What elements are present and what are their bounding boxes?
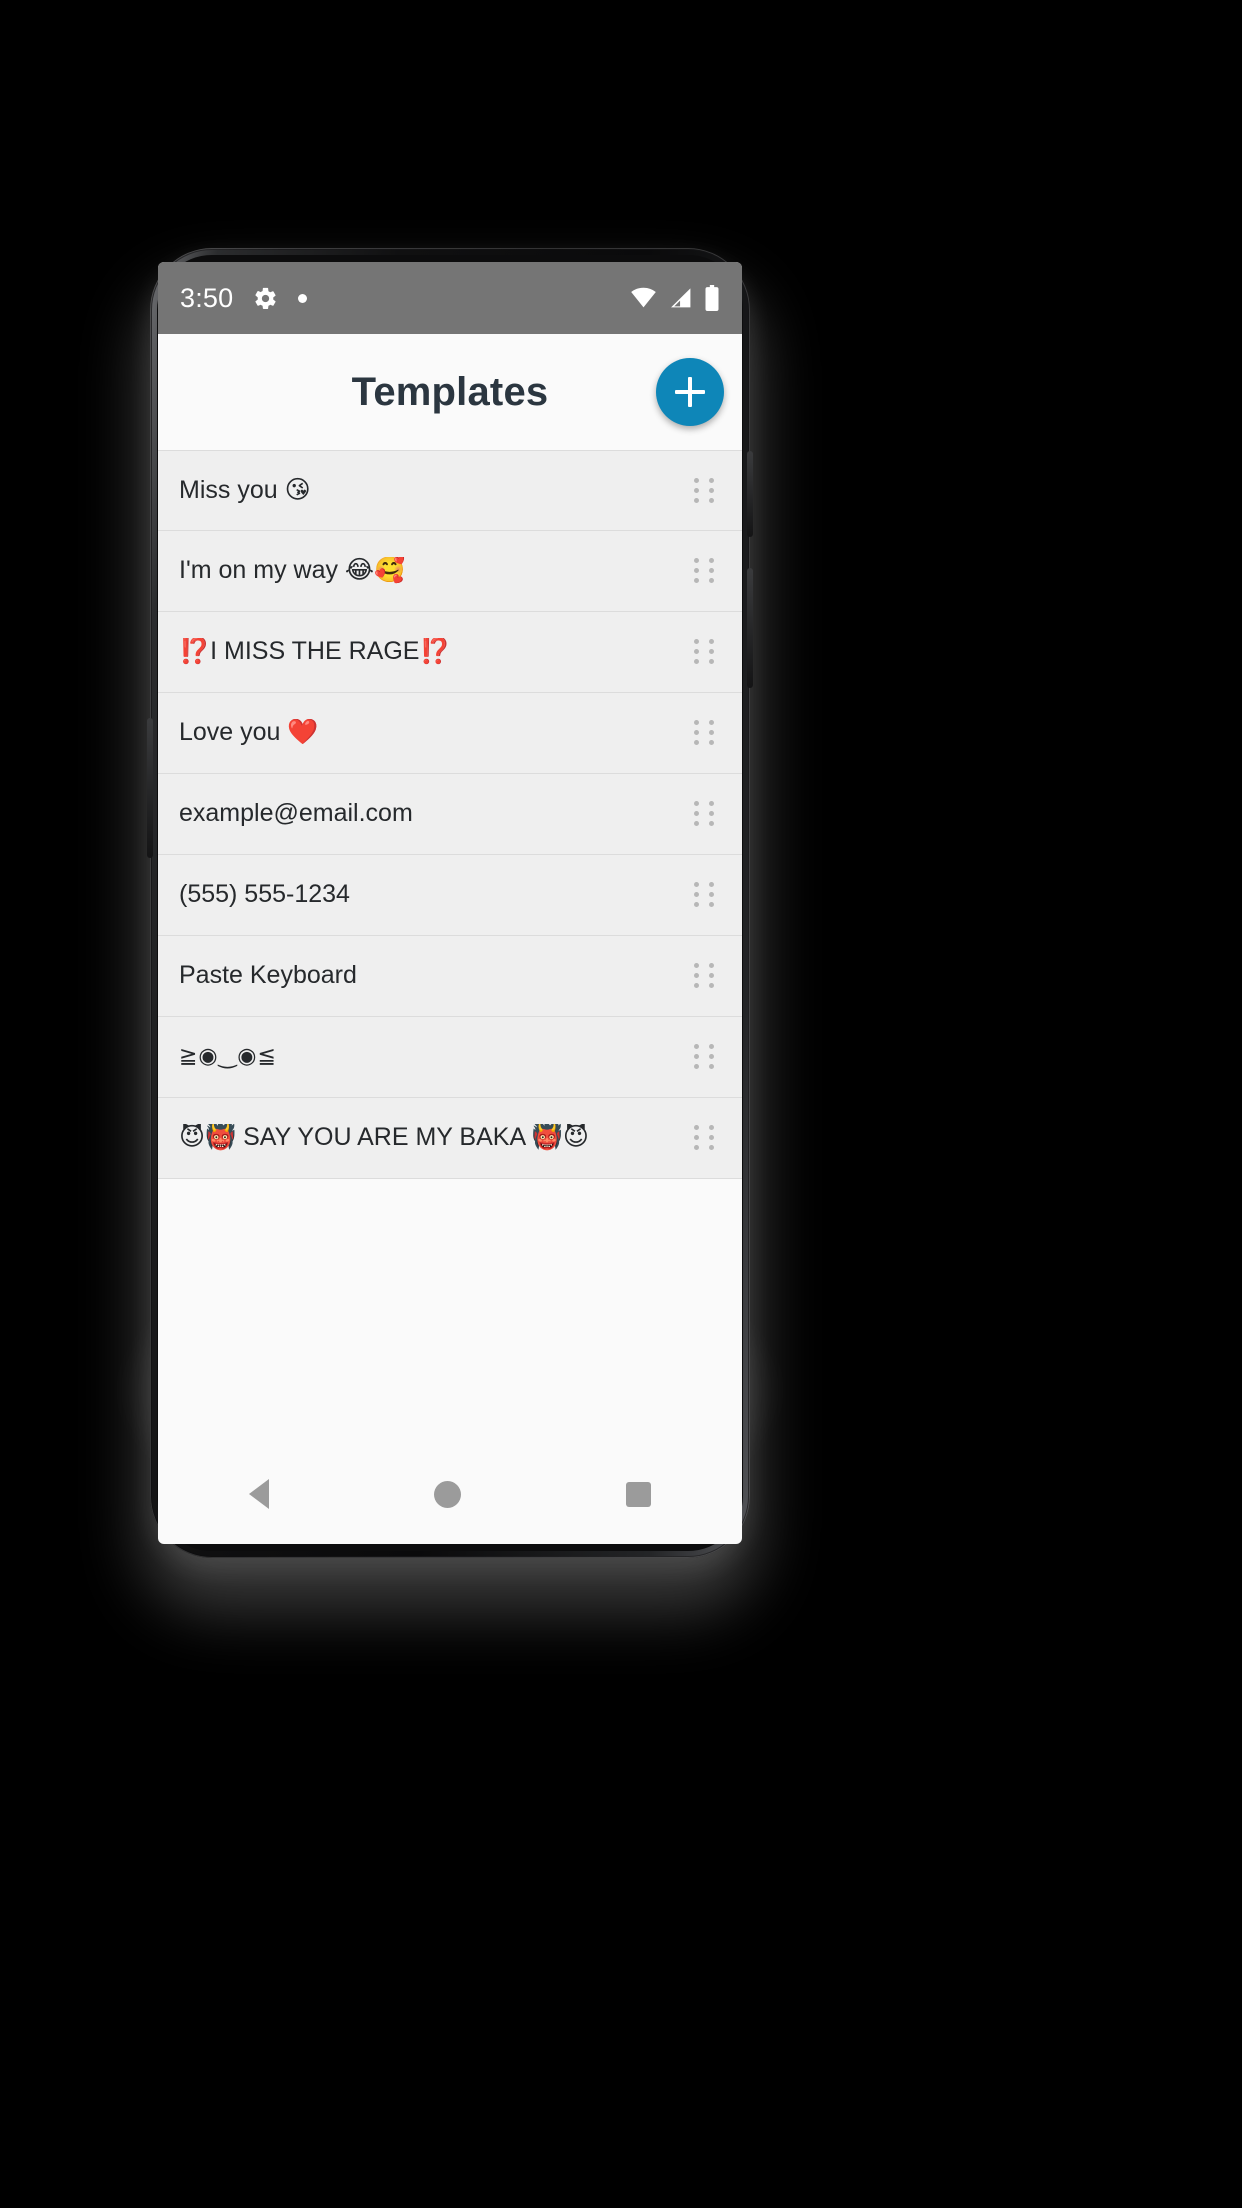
drag-handle-icon[interactable] [694,720,720,746]
plus-icon [675,377,705,407]
list-item[interactable]: example@email.com [158,774,742,855]
list-item[interactable]: Paste Keyboard [158,936,742,1017]
dot-indicator-icon [298,293,308,303]
list-item-label: 😈👹 SAY YOU ARE MY BAKA 👹😈 [179,1124,589,1152]
drag-handle-icon[interactable] [694,639,720,665]
list-item-label: Paste Keyboard [179,962,357,990]
list-item[interactable]: 😈👹 SAY YOU ARE MY BAKA 👹😈 [158,1098,742,1179]
drag-handle-icon[interactable] [694,801,720,827]
cell-signal-icon [671,288,691,308]
list-empty-area [158,1179,742,1439]
wifi-icon [631,287,656,308]
status-bar-clock: 3:50 [180,282,234,313]
list-item-label: ⁉️I MISS THE RAGE⁉️ [179,638,451,666]
list-item-label: ≧◉‿◉≦ [179,1044,277,1069]
status-bar: 3:50 [158,262,742,334]
list-item[interactable]: Love you ❤️ [158,693,742,774]
drag-handle-icon[interactable] [694,963,720,989]
status-bar-left: 3:50 [180,282,630,313]
list-item[interactable]: (555) 555-1234 [158,855,742,936]
status-bar-right [630,285,720,311]
drag-handle-icon[interactable] [694,882,720,908]
list-item[interactable]: I'm on my way 😂🥰 [158,531,742,612]
drag-handle-icon[interactable] [694,477,720,504]
drag-handle-icon[interactable] [694,558,720,584]
assistant-button[interactable] [147,718,153,858]
screenshot-stage: 3:50 Templates Miss you 😘 I'm on my way … [0,0,1242,2208]
page-title: Templates [351,369,549,414]
list-item[interactable]: ⁉️I MISS THE RAGE⁉️ [158,612,742,693]
list-item-label: Love you ❤️ [179,719,319,747]
battery-icon [705,285,719,311]
list-item-label: (555) 555-1234 [179,881,350,909]
gear-icon [255,287,276,309]
app-bar: Templates [158,334,742,450]
drag-handle-icon[interactable] [694,1125,720,1151]
add-template-fab[interactable] [656,358,724,426]
list-item[interactable]: ≧◉‿◉≦ [158,1017,742,1098]
list-item[interactable]: Miss you 😘 [158,450,742,531]
power-button[interactable] [747,451,753,537]
device-screen: 3:50 Templates Miss you 😘 I'm on my way … [158,262,742,1544]
templates-list: Miss you 😘 I'm on my way 😂🥰 ⁉️I MISS THE R… [158,450,742,1179]
drag-handle-icon[interactable] [694,1044,720,1070]
list-item-label: Miss you 😘 [179,476,311,504]
list-item-label: example@email.com [179,800,413,828]
volume-button[interactable] [747,568,753,688]
list-item-label: I'm on my way 😂🥰 [179,557,406,585]
